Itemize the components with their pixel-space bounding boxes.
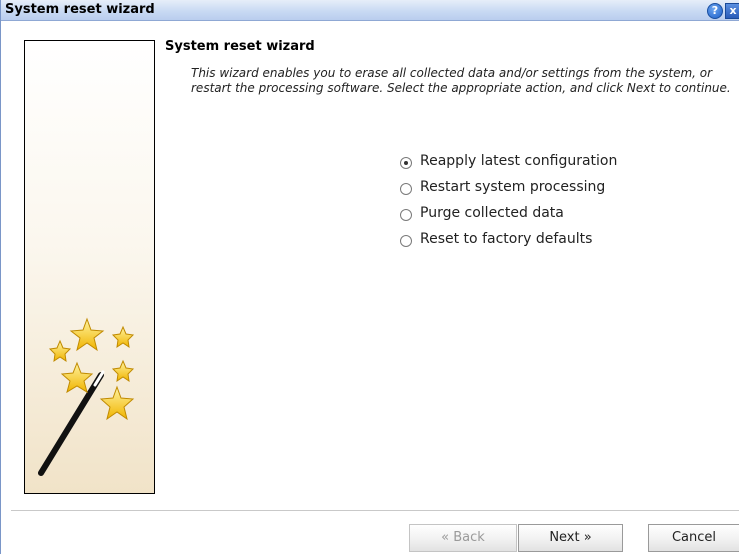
help-icon[interactable]: ? (707, 3, 723, 19)
cancel-button[interactable]: Cancel (648, 524, 739, 552)
option-restart-processing[interactable]: Restart system processing (400, 174, 617, 200)
option-label: Restart system processing (420, 179, 606, 195)
radio-button[interactable] (400, 182, 412, 195)
wizard-description: This wizard enables you to erase all col… (191, 66, 731, 95)
wizard-side-panel (24, 40, 155, 494)
next-button[interactable]: Next » (518, 524, 623, 552)
option-label: Purge collected data (420, 205, 564, 221)
back-button[interactable]: « Back (409, 524, 517, 552)
radio-button[interactable] (400, 156, 412, 169)
radio-button[interactable] (400, 208, 412, 221)
option-label: Reapply latest configuration (420, 153, 618, 169)
option-reapply-configuration[interactable]: Reapply latest configuration (400, 148, 617, 174)
wizard-window: System reset wizard ? x System reset wiz… (0, 0, 739, 554)
title-bar: System reset wizard ? x (1, 0, 739, 21)
option-purge-data[interactable]: Purge collected data (400, 200, 617, 226)
option-factory-reset[interactable]: Reset to factory defaults (400, 226, 617, 252)
content-title: System reset wizard (165, 39, 315, 54)
reset-options-group: Reapply latest configuration Restart sys… (400, 148, 617, 252)
close-icon[interactable]: x (725, 3, 739, 19)
radio-button[interactable] (400, 234, 412, 247)
option-label: Reset to factory defaults (420, 231, 593, 247)
window-title: System reset wizard (5, 2, 155, 17)
footer-divider (11, 510, 739, 511)
magic-wand-icon (38, 317, 135, 476)
